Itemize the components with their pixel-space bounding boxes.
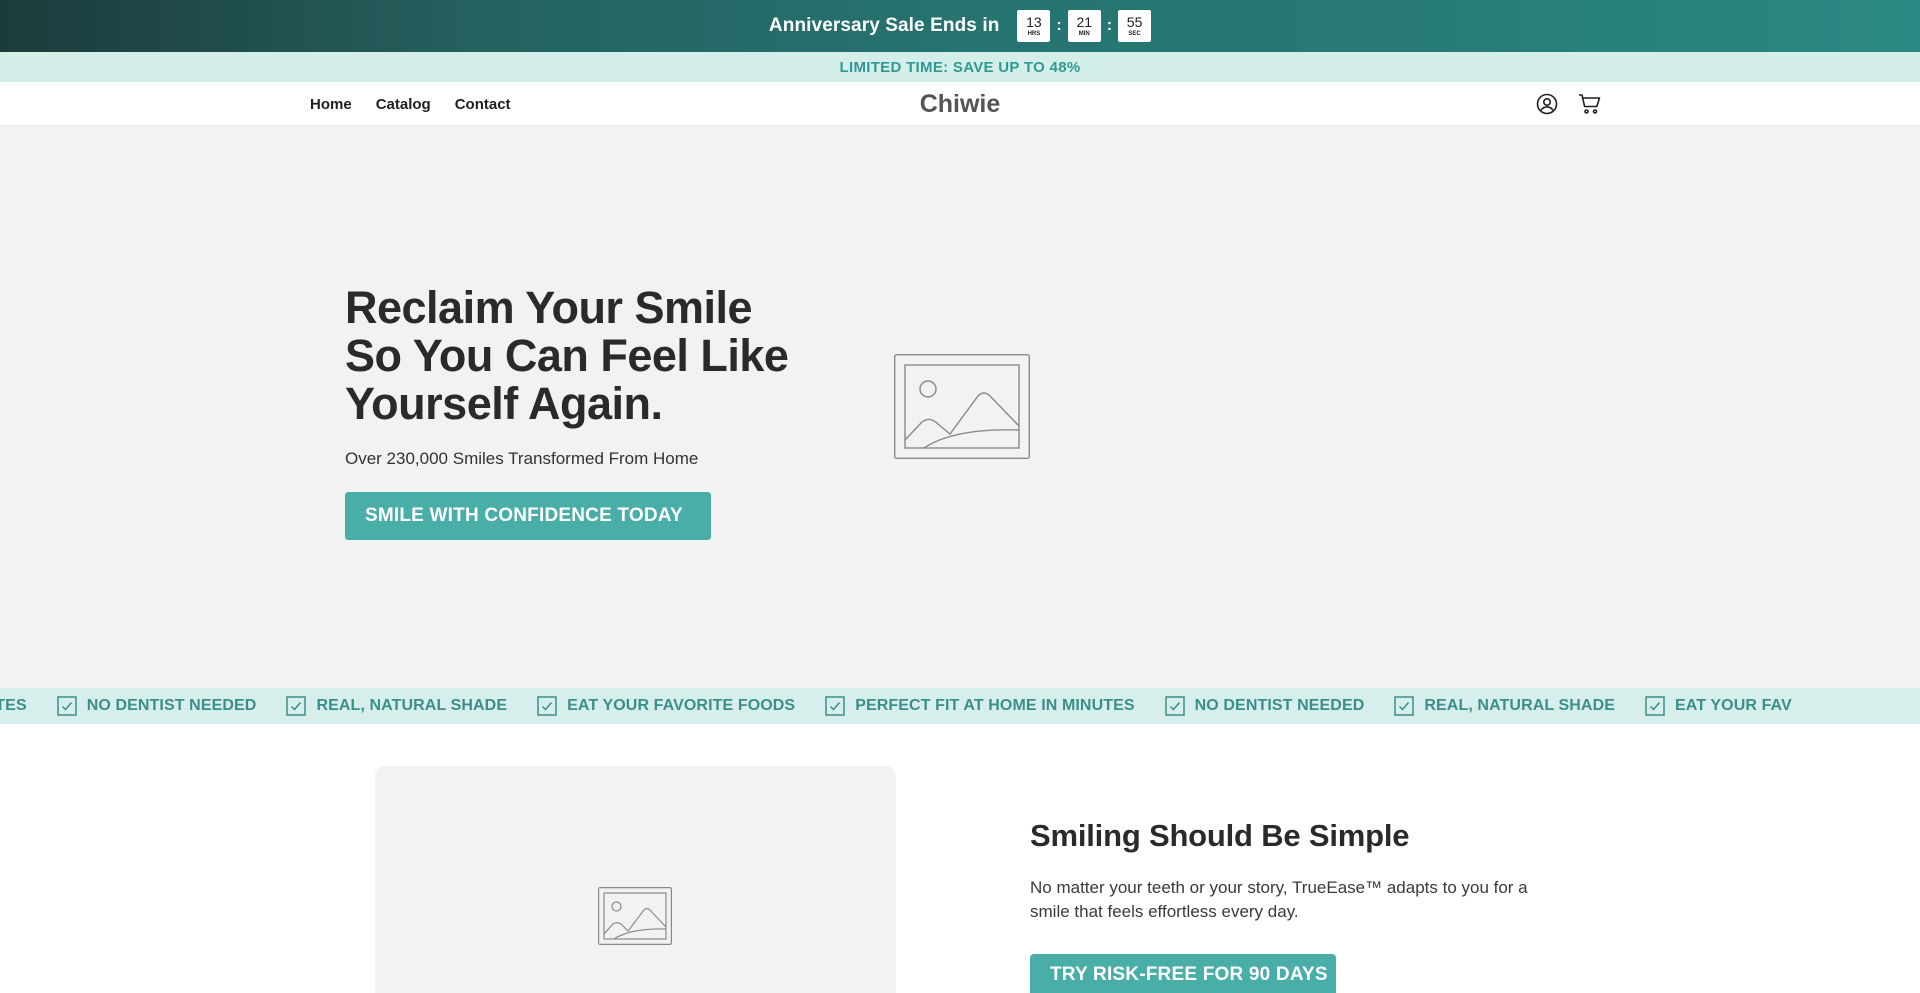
marquee-item: REAL, NATURAL SHADE [1394,696,1615,716]
image-placeholder-icon [598,887,673,950]
site-header: Home Catalog Contact Chiwie [0,82,1920,126]
checkbox-icon [537,696,557,716]
marquee-item: EAT YOUR FAV [1645,696,1792,716]
feature-cta-button[interactable]: TRY RISK-FREE FOR 90 DAYS [1030,954,1336,993]
hero-subtitle: Over 230,000 Smiles Transformed From Hom… [345,449,699,468]
timer-separator: : [1056,17,1062,34]
announcement-text: Anniversary Sale Ends in [768,15,1000,36]
nav-catalog[interactable]: Catalog [376,96,431,113]
promo-strip: LIMITED TIME: SAVE UP TO 48% [0,52,1920,82]
hero-section: Reclaim Your Smile So You Can Feel Like … [0,126,1920,688]
checkbox-icon [1394,696,1415,716]
timer-hours-unit: HRS [1027,31,1041,37]
promo-text: LIMITED TIME: SAVE UP TO 48% [839,58,1081,76]
marquee-item: PERFECT FIT AT HOME IN MINUTES [825,696,1135,716]
feature-image [375,766,896,993]
header-icons [1536,82,1602,126]
announcement-bar: Anniversary Sale Ends in 13 HRS : 21 MIN… [0,0,1920,52]
marquee-item: NO DENTIST NEEDED [56,696,257,716]
timer-seconds-unit: SEC [1128,31,1141,37]
cart-icon[interactable] [1578,93,1602,115]
marquee-item-label: EAT YOUR FAV [1675,697,1792,714]
main-nav: Home Catalog Contact [310,82,511,126]
logo-wrapper: Chiwie [0,82,1920,126]
checkbox-icon [825,696,845,716]
timer-minutes: 21 MIN [1067,10,1101,42]
timer-minutes-value: 21 [1076,14,1093,30]
marquee-item-label: REAL, NATURAL SHADE [1424,697,1616,714]
marquee-track: NUTES NO DENTIST NEEDED REAL, NATURAL SH… [0,688,1822,724]
hero-cta-button[interactable]: SMILE WITH CONFIDENCE TODAY [345,492,711,540]
marquee-item-label: EAT YOUR FAVORITE FOODS [567,697,796,714]
marquee-item-label: NO DENTIST NEEDED [86,697,257,714]
checkbox-icon [1645,696,1665,716]
timer-seconds: 55 SEC [1118,10,1152,42]
timer-separator: : [1106,17,1113,34]
hero-title: Reclaim Your Smile So You Can Feel Like … [345,282,789,429]
account-icon[interactable] [1536,93,1558,115]
checkbox-icon [56,696,77,716]
feature-description: No matter your teeth or your story, True… [1030,878,1528,921]
site-logo[interactable]: Chiwie [920,90,1001,119]
marquee-item: REAL, NATURAL SHADE [286,696,507,716]
timer-seconds-value: 55 [1126,14,1143,30]
timer-minutes-unit: MIN [1078,31,1090,37]
timer-hours-value: 13 [1026,14,1042,30]
marquee-item-label: NO DENTIST NEEDED [1194,697,1365,714]
benefits-marquee: NUTES NO DENTIST NEEDED REAL, NATURAL SH… [0,688,1920,724]
marquee-item: NO DENTIST NEEDED [1164,696,1365,716]
nav-home[interactable]: Home [310,96,352,113]
marquee-item-label: PERFECT FIT AT HOME IN MINUTES [855,697,1135,714]
checkbox-icon [1164,696,1185,716]
checkbox-icon [286,696,307,716]
marquee-item: NUTES [0,697,27,715]
marquee-item-label: REAL, NATURAL SHADE [316,697,508,714]
nav-contact[interactable]: Contact [455,96,511,113]
countdown-timer: 13 HRS : 21 MIN : 55 SEC [1017,10,1152,42]
timer-hours: 13 HRS [1017,10,1051,42]
marquee-item-label: NUTES [0,697,27,714]
image-placeholder-icon [893,353,1031,464]
marquee-item: EAT YOUR FAVORITE FOODS [537,696,795,716]
feature-title: Smiling Should Be Simple [1030,818,1410,853]
